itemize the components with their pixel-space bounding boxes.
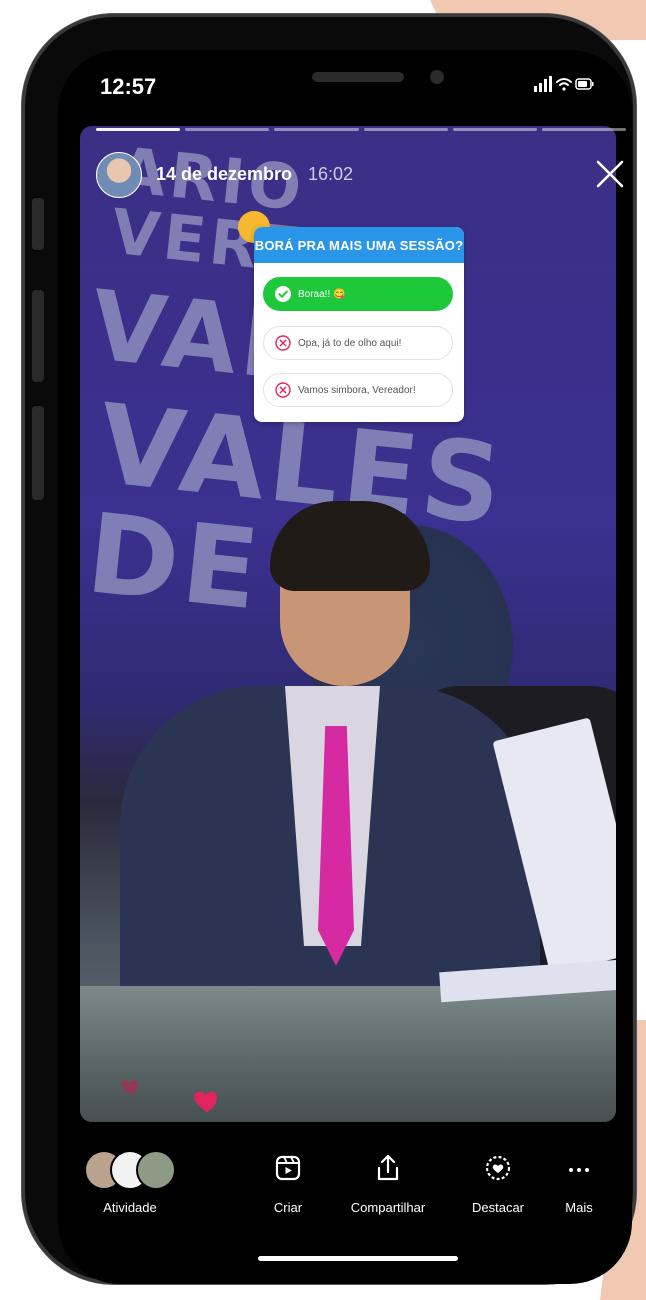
x-circle-icon	[275, 335, 291, 351]
poll-option-label: Opa, já to de olho aqui!	[298, 337, 402, 349]
x-circle-icon	[275, 382, 291, 398]
volume-up-button	[32, 290, 44, 382]
poll-option-label: Boraa!! 😋	[298, 288, 346, 300]
story-time: 16:02	[308, 164, 354, 184]
avatar	[136, 1150, 176, 1190]
viewer-avatars	[84, 1150, 184, 1190]
notch-speaker	[312, 72, 404, 82]
poll-option-label: Vamos simbora, Vereador!	[298, 384, 416, 396]
mute-switch	[32, 198, 44, 250]
activity-label: Atividade	[103, 1200, 157, 1215]
reels-create-icon	[275, 1155, 301, 1181]
poll-option-3[interactable]: Vamos simbora, Vereador!	[263, 373, 453, 407]
highlight-heart-icon	[485, 1155, 511, 1181]
phone-frame: ARIO VEREADO VAL VALES DE C 12:57	[22, 14, 636, 1284]
more-dots-icon	[569, 1168, 589, 1172]
create-label: Criar	[273, 1200, 303, 1215]
progress-segment	[452, 128, 537, 131]
story-date: 14 de dezembro	[156, 164, 293, 184]
activity-button[interactable]: Atividade	[84, 1142, 184, 1222]
screen: ARIO VEREADO VAL VALES DE C 12:57	[58, 50, 632, 1284]
highlight-label: Destacar	[471, 1200, 525, 1215]
story-progress-bar	[96, 128, 627, 132]
poll-sticker: BORÁ PRA MAIS UMA SESSÃO? Boraa!! 😋 Opa,…	[254, 227, 464, 422]
glass-desk	[80, 986, 616, 1122]
wifi-icon	[556, 78, 572, 91]
share-button[interactable]: Compartilhar	[328, 1142, 448, 1222]
story-bottom-bar: Atividade Criar Compartilhar Destacar Ma…	[58, 1142, 632, 1242]
story-author-avatar[interactable]	[96, 152, 142, 198]
status-time: 12:57	[100, 74, 157, 99]
share-icon	[377, 1154, 399, 1181]
home-indicator[interactable]	[258, 1256, 458, 1261]
signal-icon	[534, 76, 552, 92]
highlight-button[interactable]: Destacar	[458, 1142, 538, 1222]
create-button[interactable]: Criar	[258, 1142, 318, 1222]
notch-camera	[430, 70, 444, 84]
heart-icon	[194, 1091, 218, 1113]
more-button[interactable]: Mais	[552, 1142, 606, 1222]
poll-option-2[interactable]: Opa, já to de olho aqui!	[263, 326, 453, 360]
progress-segment	[96, 128, 181, 131]
progress-segment	[185, 128, 270, 131]
poll-question: BORÁ PRA MAIS UMA SESSÃO?	[254, 227, 464, 263]
progress-segment	[363, 128, 448, 131]
battery-icon	[575, 78, 594, 90]
check-circle-icon	[275, 286, 291, 302]
heart-icon	[121, 1080, 139, 1096]
more-label: Mais	[565, 1200, 593, 1215]
poll-option-1[interactable]: Boraa!! 😋	[263, 277, 453, 311]
status-icons	[534, 76, 594, 92]
progress-segment	[541, 128, 627, 131]
close-icon[interactable]	[594, 158, 626, 190]
progress-segment	[274, 128, 359, 131]
share-label: Compartilhar	[350, 1200, 426, 1215]
volume-down-button	[32, 406, 44, 500]
